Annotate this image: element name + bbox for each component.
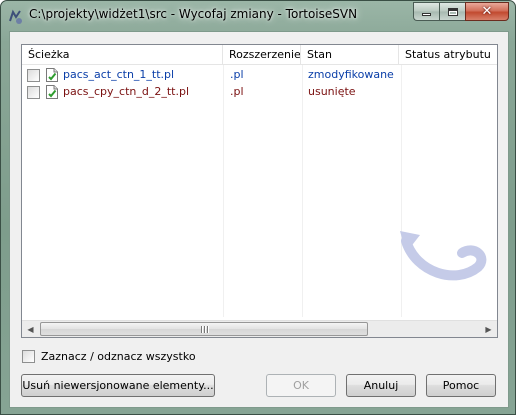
list-row[interactable]: pacs_cpy_ctn_d_2_tt.pl .pl usunięte	[22, 84, 497, 100]
maximize-icon	[447, 7, 458, 16]
file-path: pacs_act_ctn_1_tt.pl	[63, 68, 175, 81]
row-checkbox[interactable]	[27, 86, 40, 99]
select-all-checkbox[interactable]: Zaznacz / odznacz wszystko	[22, 348, 196, 364]
column-header-status[interactable]: Stan	[301, 45, 399, 65]
window-title: C:\projekty\widżet1\src - Wycofaj zmiany…	[29, 7, 358, 21]
tortoisesvn-app-icon[interactable]	[7, 9, 23, 25]
cancel-button[interactable]: Anuluj	[346, 374, 416, 397]
select-all-label: Zaznacz / odznacz wszystko	[41, 349, 196, 363]
row-checkbox[interactable]	[27, 69, 40, 82]
file-extension: .pl	[230, 85, 244, 98]
scrollbar-thumb[interactable]	[40, 322, 368, 336]
caption-buttons: ✕	[413, 2, 509, 22]
column-header-extension[interactable]: Rozszerzenie	[223, 45, 301, 65]
minimize-icon	[422, 13, 431, 16]
gridline	[302, 65, 303, 317]
list-row[interactable]: pacs_act_ctn_1_tt.pl .pl zmodyfikowane	[22, 67, 497, 83]
dialog-window: C:\projekty\widżet1\src - Wycofaj zmiany…	[0, 0, 516, 415]
file-extension: .pl	[230, 68, 244, 81]
gridline	[223, 65, 224, 317]
close-icon: ✕	[481, 4, 493, 19]
scroll-left-arrow-icon[interactable]: ◀	[22, 321, 39, 337]
horizontal-scrollbar[interactable]: ◀ ▶	[22, 320, 497, 337]
dialog-client-area: Ścieżka Rozszerzenie Stan Status atrybut…	[9, 31, 509, 408]
column-header-path[interactable]: Ścieżka	[22, 45, 223, 65]
file-status: usunięte	[308, 85, 356, 98]
ok-button[interactable]: OK	[266, 374, 336, 397]
changes-list[interactable]: Ścieżka Rozszerzenie Stan Status atrybut…	[21, 44, 498, 338]
column-header-property-status[interactable]: Status atrybutu	[399, 45, 497, 65]
title-bar[interactable]: C:\projekty\widżet1\src - Wycofaj zmiany…	[1, 1, 515, 31]
close-button[interactable]: ✕	[465, 2, 509, 21]
maximize-button[interactable]	[439, 2, 465, 21]
deleted-file-icon	[46, 85, 58, 99]
file-path: pacs_cpy_ctn_d_2_tt.pl	[63, 85, 190, 98]
file-status: zmodyfikowane	[308, 68, 394, 81]
minimize-button[interactable]	[413, 2, 439, 21]
scroll-right-arrow-icon[interactable]: ▶	[480, 321, 497, 337]
help-button[interactable]: Pomoc	[426, 374, 496, 397]
remove-unversioned-button[interactable]: Usuń niewersjonowane elementy...	[21, 374, 215, 397]
modified-file-icon	[46, 68, 58, 82]
grip-icon	[200, 325, 208, 333]
list-header: Ścieżka Rozszerzenie Stan Status atrybut…	[22, 45, 497, 65]
revert-arrow-watermark-icon	[396, 223, 492, 305]
select-all-box[interactable]	[22, 349, 35, 363]
